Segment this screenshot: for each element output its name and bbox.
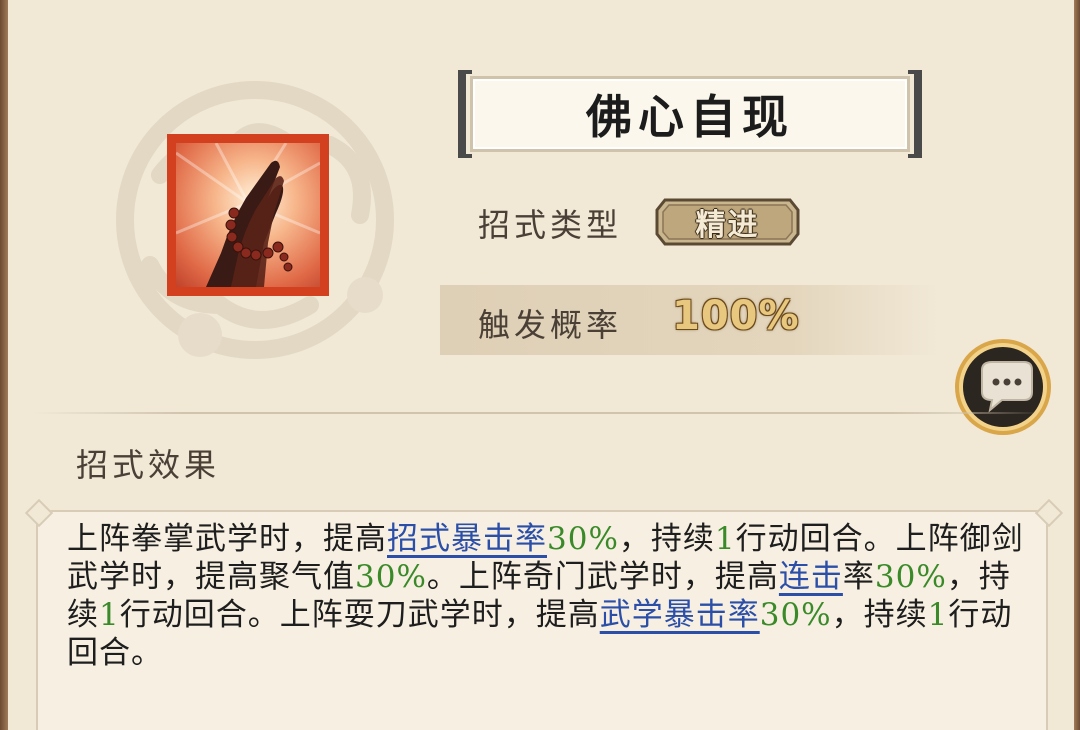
panel-frame-right: [1074, 0, 1080, 730]
skill-type-value: 精进: [695, 208, 760, 243]
effect-text-segment: 率: [842, 559, 875, 595]
effect-text-segment: 。上阵奇门武学时，提高: [426, 559, 779, 595]
effect-number: 1: [714, 521, 736, 557]
panel-frame-left: [0, 0, 8, 730]
effect-number: 1: [99, 597, 120, 633]
effect-number: 1: [927, 597, 949, 633]
speech-bubble-ellipsis-icon: [955, 339, 1051, 435]
trigger-rate-label: 触发概率: [478, 306, 623, 344]
comment-button[interactable]: [952, 336, 1054, 438]
effect-keyword-link[interactable]: 招式暴击率: [387, 521, 547, 557]
effect-text-segment: 上阵拳掌武学时，提高: [67, 521, 387, 557]
effect-text-segment: ，持续: [831, 597, 928, 633]
skill-name: 佛心自现: [586, 90, 794, 144]
praying-hands-with-beads-icon: [176, 143, 320, 287]
effect-number: 30%: [547, 521, 619, 557]
effect-keyword-link[interactable]: 武学暴击率: [600, 597, 760, 633]
effect-description: 上阵拳掌武学时，提高招式暴击率30%，持续1行动回合。上阵御剑武学时，提高聚气值…: [67, 520, 1027, 672]
effect-number: 30%: [874, 559, 947, 595]
skill-type-label: 招式类型: [478, 206, 623, 244]
skill-icon-frame[interactable]: [167, 134, 329, 296]
skill-detail-panel: 佛心自现 招式类型 精进 触发概率 100% 招式效果 上阵拳掌武学时，提高招式…: [0, 0, 1080, 730]
title-bracket-right: [908, 70, 922, 158]
trigger-rate-value: 100%: [672, 293, 800, 339]
effect-keyword-link[interactable]: 连击: [779, 559, 843, 595]
effect-text-segment: 行动回合。上阵耍刀武学时，提高: [119, 597, 600, 633]
title-plate: 佛心自现: [470, 76, 910, 152]
effect-number: 30%: [759, 597, 832, 633]
skill-type-badge: 精进: [655, 198, 800, 246]
effect-text-segment: ，持续: [618, 521, 715, 557]
effect-section-title: 招式效果: [76, 446, 221, 484]
section-divider: [33, 412, 1043, 414]
effect-number: 30%: [355, 559, 427, 595]
skill-title-plaque: 佛心自现: [458, 70, 922, 158]
